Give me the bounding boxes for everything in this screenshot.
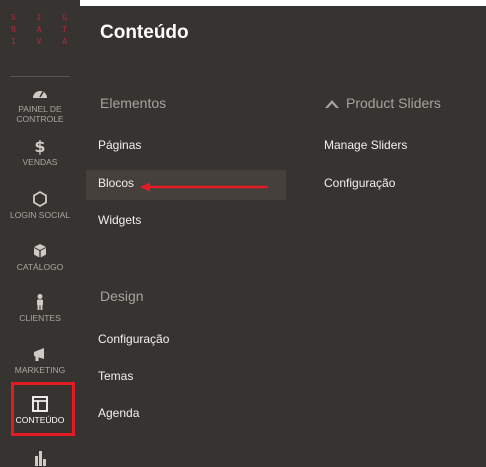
sidebar-item-login-social[interactable]: LOGIN SOCIAL	[0, 190, 80, 220]
sidebar-item-marketing[interactable]: MARKETING	[0, 345, 80, 375]
menu-link-temas[interactable]: Temas	[98, 369, 133, 383]
logo-divider	[10, 76, 70, 77]
sidebar-item-painel-de-controle[interactable]: PAINEL DE CONTROLE	[0, 84, 80, 124]
speedometer-icon	[33, 91, 47, 98]
cube-icon	[34, 244, 46, 258]
section-heading-product-sliders: Product Sliders	[324, 95, 441, 111]
sidebar-item-clientes[interactable]: CLIENTES	[0, 293, 80, 323]
bar-chart-icon	[35, 451, 46, 466]
logo-line-2: N A T	[10, 25, 76, 34]
annotation-highlight-box	[11, 382, 75, 436]
sidebar-item-catalogo[interactable]: CATÁLOGO	[0, 242, 80, 272]
hexagon-icon	[33, 190, 47, 208]
sidebar-item-label: LOGIN SOCIAL	[10, 210, 70, 220]
logo-line-3: I V A	[10, 37, 76, 46]
menu-link-widgets[interactable]: Widgets	[98, 213, 141, 227]
menu-link-sliders-configuracao[interactable]: Configuração	[324, 176, 395, 190]
sidebar-item-label: PAINEL DE CONTROLE	[16, 104, 64, 124]
sidebar-item-label: CATÁLOGO	[16, 262, 64, 272]
sidebar-item-label: VENDAS	[22, 157, 58, 167]
logo-line-1: S I G	[10, 13, 76, 22]
menu-link-paginas[interactable]: Páginas	[98, 138, 141, 152]
sidebar-item-label: CLIENTES	[19, 313, 61, 323]
person-icon	[37, 294, 43, 310]
menu-link-agenda[interactable]: Agenda	[98, 406, 139, 420]
panel-title: Conteúdo	[100, 22, 189, 43]
section-heading-elementos: Elementos	[100, 95, 167, 111]
sidebar-item-vendas[interactable]: $ VENDAS	[0, 137, 80, 167]
section-heading-label: Product Sliders	[346, 95, 441, 111]
menu-link-design-configuracao[interactable]: Configuração	[98, 332, 169, 346]
menu-link-manage-sliders[interactable]: Manage Sliders	[324, 138, 407, 152]
chevron-up-icon	[325, 100, 339, 108]
brand-logo[interactable]: S I G N A T I V A	[0, 12, 80, 70]
annotation-arrow-icon	[140, 182, 268, 192]
menu-link-blocos[interactable]: Blocos	[98, 176, 134, 190]
megaphone-icon	[34, 348, 44, 361]
dollar-icon: $	[34, 137, 45, 155]
section-heading-design: Design	[100, 288, 144, 304]
content-flyout-panel: Conteúdo Elementos Páginas Blocos Widget…	[80, 6, 486, 467]
sidebar-item-relatorios[interactable]	[0, 448, 80, 466]
svg-text:$: $	[34, 137, 45, 155]
sidebar-item-label: MARKETING	[14, 365, 66, 375]
